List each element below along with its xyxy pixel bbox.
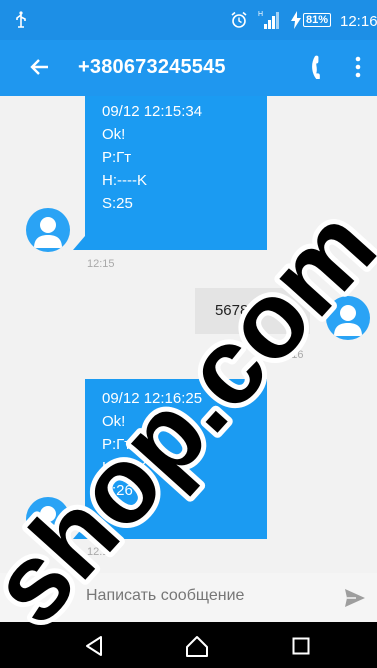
message-line: Ok!: [102, 413, 126, 430]
message-list[interactable]: 09/12 12:15:34 Ok! P:Гт H:----K S:25 12:…: [0, 96, 377, 573]
nav-recent-apps-icon[interactable]: [292, 637, 310, 660]
message-time: 12:16: [87, 546, 115, 558]
incoming-message-bubble[interactable]: 09/12 12:15:34 Ok! P:Гт H:----K S:25: [73, 96, 267, 250]
send-icon[interactable]: [344, 588, 366, 613]
attachment-icon[interactable]: [28, 586, 50, 615]
outgoing-message-bubble[interactable]: 567890 9 1: [195, 288, 310, 334]
contact-avatar-icon[interactable]: [26, 208, 70, 252]
user-avatar-icon: [326, 296, 370, 340]
message-line: S:26: [102, 482, 133, 499]
bubble-tail: [73, 525, 85, 539]
message-time: 12:15: [87, 258, 115, 270]
alarm-icon: [230, 11, 248, 34]
message-input[interactable]: Написать сообщение: [86, 587, 244, 605]
delivered-check-icon: ✓: [258, 346, 269, 361]
app-bar: +380673245545: [0, 40, 377, 96]
message-line: P:Гт: [102, 436, 132, 453]
nav-home-icon[interactable]: [185, 634, 209, 663]
navigation-bar: [0, 622, 377, 668]
bubble-tail: [73, 236, 85, 250]
back-arrow-icon[interactable]: [28, 55, 52, 84]
battery-level: 81%: [303, 13, 332, 27]
message-line: H:----K: [102, 172, 147, 189]
outgoing-message-meta: ✓ 12:16: [258, 346, 303, 362]
status-bar: H 81% 12:16: [0, 0, 377, 40]
message-time: 12:16: [275, 349, 304, 361]
conversation-title: +380673245545: [78, 56, 226, 78]
nav-back-icon[interactable]: [84, 635, 104, 662]
charging-icon: [290, 11, 302, 34]
phone-call-icon[interactable]: [305, 55, 329, 84]
message-line: Ok!: [102, 126, 126, 143]
incoming-message-bubble[interactable]: 09/12 12:16:25 Ok! P:Гт H:----K S:26: [73, 379, 267, 539]
signal-icon: H: [258, 10, 280, 35]
message-line: S:25: [102, 195, 133, 212]
more-options-icon[interactable]: [355, 55, 361, 84]
message-line: H:----K: [102, 459, 147, 476]
message-composer: Написать сообщение: [0, 573, 377, 622]
clock: 12:16: [340, 13, 377, 30]
usb-icon: [14, 11, 28, 34]
contact-avatar-icon[interactable]: [26, 497, 70, 541]
svg-text:H: H: [258, 11, 263, 18]
message-line: 09/12 12:16:25: [102, 390, 203, 407]
message-line: 09/12 12:15:34: [102, 103, 203, 120]
message-line: P:Гт: [102, 149, 132, 166]
